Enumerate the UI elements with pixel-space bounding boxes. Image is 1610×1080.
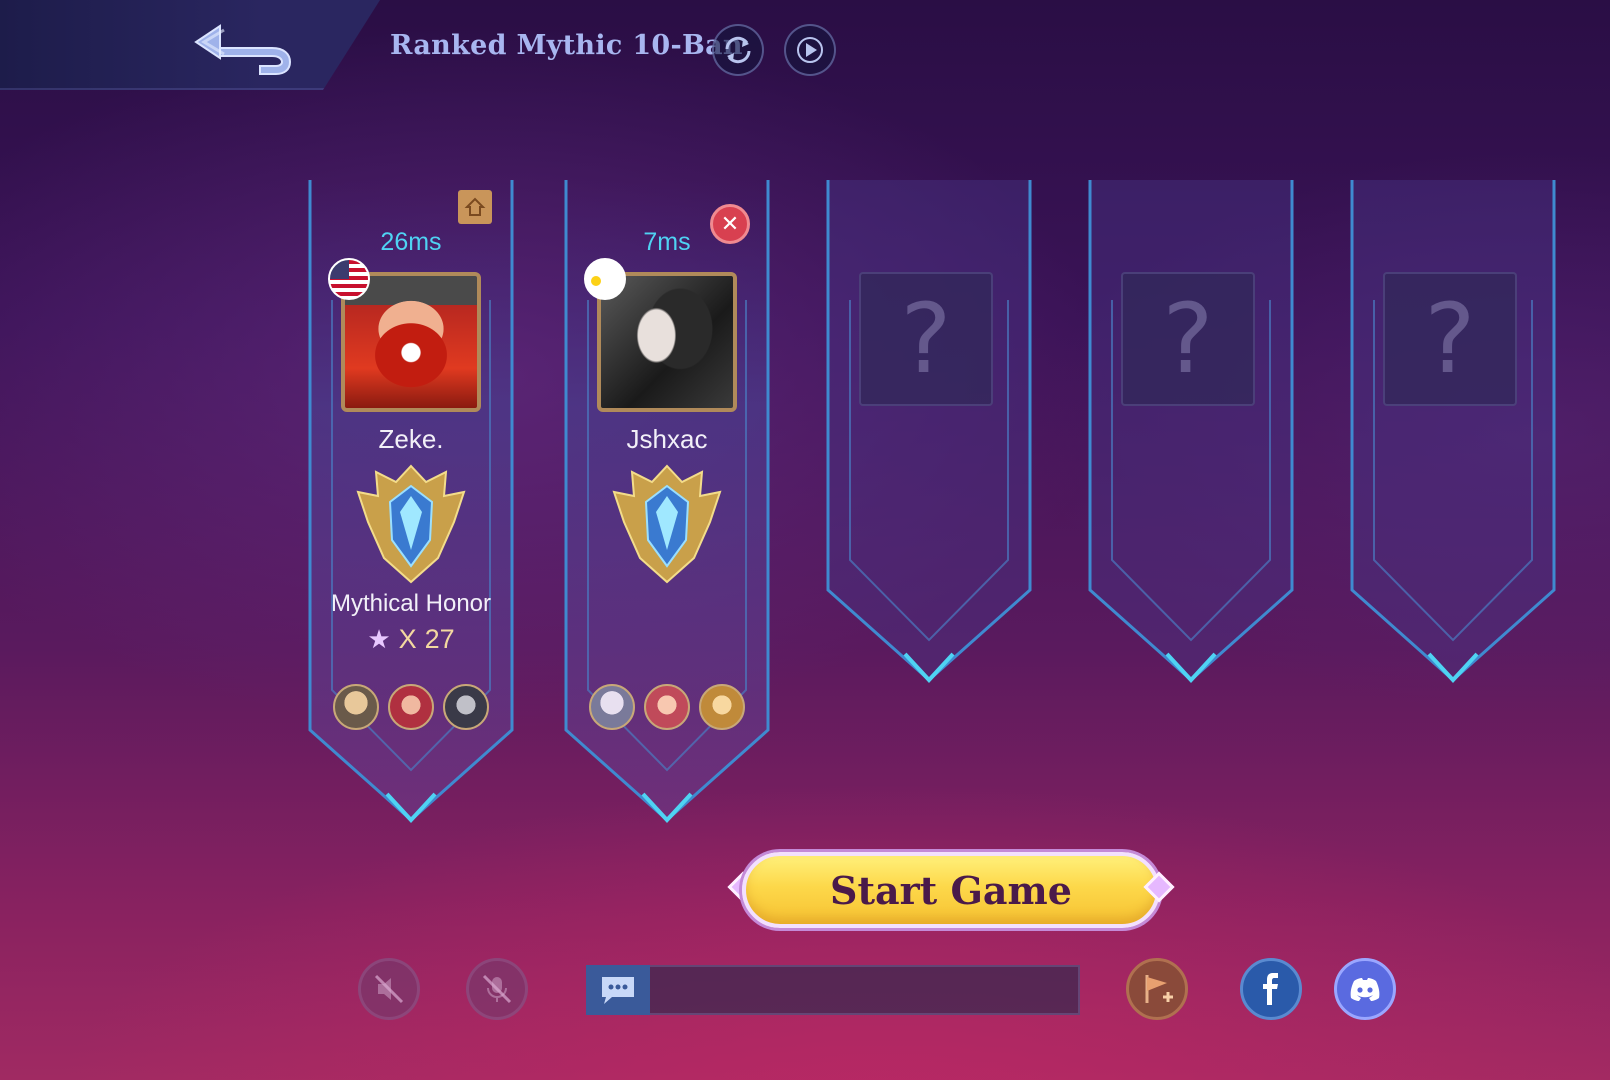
start-game-button[interactable]: Start Game [726,846,1176,934]
invite-flag-icon [1145,975,1173,1003]
facebook-share-button[interactable] [1240,958,1302,1020]
chat-bubble-icon [602,977,634,1004]
ph-flag-icon [584,258,626,300]
facebook-icon [1263,973,1278,1005]
discord-share-button[interactable] [1334,958,1396,1020]
empty-slot-3[interactable]: ? [820,180,1038,830]
start-game-label: Start Game [742,852,1160,928]
hero-portrait [333,684,379,730]
discord-icon [1350,978,1380,1001]
star-icon: ★ [367,624,391,654]
stars-prefix: X [398,624,417,654]
empty-player-placeholder: ? [1121,272,1255,406]
play-replay-button[interactable] [784,24,836,76]
refresh-button[interactable] [712,24,764,76]
invite-button[interactable] [1126,958,1188,1020]
chat-input[interactable] [586,965,1080,1015]
favorite-heroes [558,684,776,730]
mute-speaker-button[interactable] [358,958,420,1020]
empty-player-placeholder: ? [1383,272,1517,406]
hero-portrait [589,684,635,730]
hero-portrait [699,684,745,730]
game-mode-title: Ranked Mythic 10-Ban [390,30,743,61]
mic-muted-icon [482,974,512,1004]
mythical-honor-rank-emblem [612,464,722,584]
hero-portrait [443,684,489,730]
chat-button[interactable] [586,965,650,1015]
stars-count: 27 [424,624,455,654]
player-name: Jshxac [626,424,708,454]
rank-stars: ★ X 27 [302,624,520,655]
player-slot-2[interactable]: ✕ 7ms Jshxac [558,180,776,830]
slot-banner-frame [1350,180,1556,683]
hero-portrait [644,684,690,730]
mythical-honor-rank-emblem [356,464,466,584]
us-flag-icon [328,258,370,300]
empty-player-placeholder: ? [859,272,993,406]
back-arrow-icon [194,24,292,75]
empty-slot-5[interactable]: ? [1344,180,1562,830]
favorite-heroes [302,684,520,730]
empty-slot-4[interactable]: ? [1082,180,1300,830]
speaker-muted-icon [374,974,404,1004]
player-slot-1[interactable]: 26ms Zeke. Mythical Honor ★ X 27 [302,180,520,830]
back-button[interactable] [190,12,306,78]
player-ping: 7ms [643,228,691,256]
host-home-icon [458,190,492,224]
slot-banner-frame [826,180,1032,683]
refresh-icon [725,36,751,64]
hero-portrait [388,684,434,730]
player-ping: 26ms [380,228,442,256]
player-name: Zeke. [378,424,444,454]
play-icon [797,37,823,63]
rank-name: Mythical Honor [330,590,492,617]
mute-mic-button[interactable] [466,958,528,1020]
slot-banner-frame [1088,180,1294,683]
